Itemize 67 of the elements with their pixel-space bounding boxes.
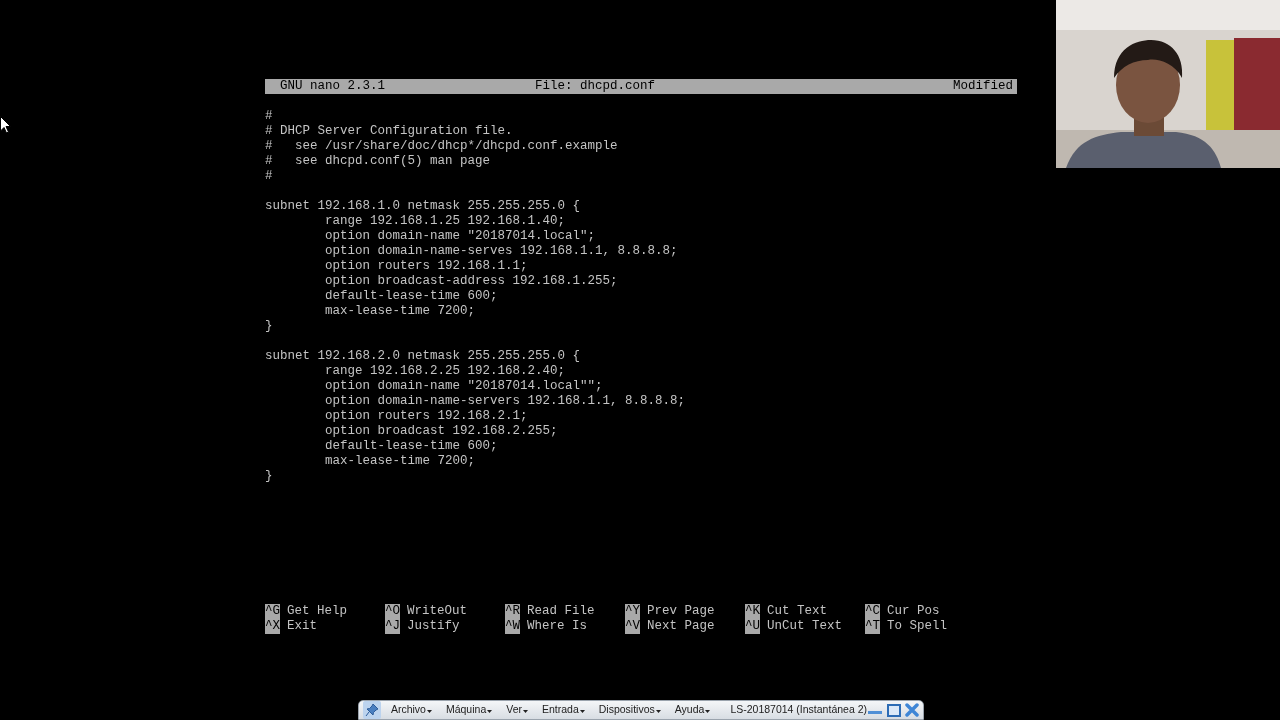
code-line: default-lease-time 600;: [324, 289, 498, 304]
menu-item[interactable]: Ver: [506, 702, 528, 718]
shortcut-label: Exit: [287, 619, 318, 634]
shortcut-key: ^Y: [625, 604, 640, 619]
code-line: max-lease-time 7200;: [324, 304, 476, 319]
code-line: option routers 192.168.2.1;: [324, 409, 528, 424]
modified-status: Modified: [953, 79, 1013, 94]
code-line: }: [265, 469, 273, 484]
caret-icon: [655, 710, 661, 714]
code-line: subnet 192.168.2.0 netmask 255.255.255.0 {: [265, 349, 581, 364]
code-line: }: [265, 319, 273, 334]
pin-icon: [364, 703, 379, 717]
shortcut-key: ^W: [505, 619, 520, 634]
code-line: option domain-name "20187014.local"";: [324, 379, 603, 394]
shortcut-key: ^R: [505, 604, 520, 619]
caret-icon: [705, 710, 711, 714]
pin-button[interactable]: [363, 701, 381, 719]
code-line: # see /usr/share/doc/dhcp*/dhcpd.conf.example: [265, 139, 618, 154]
shortcut-label: Cut Text: [767, 604, 828, 619]
shortcut-label: Cur Pos: [887, 604, 940, 619]
code-line: # DHCP Server Configuration file.: [265, 124, 513, 139]
code-line: option routers 192.168.1.1;: [324, 259, 528, 274]
code-line: option broadcast 192.168.2.255;: [324, 424, 558, 439]
code-line: # see dhcpd.conf(5) man page: [265, 154, 491, 169]
caret-icon: [426, 710, 432, 714]
code-line: range 192.168.1.25 192.168.1.40;: [324, 214, 566, 229]
code-line: max-lease-time 7200;: [324, 454, 476, 469]
menu-item[interactable]: Entrada: [542, 702, 585, 718]
restore-icon[interactable]: [887, 703, 901, 717]
code-line: #: [265, 169, 273, 184]
caret-icon: [487, 710, 493, 714]
code-line: option broadcast-address 192.168.1.255;: [324, 274, 618, 289]
menu-item[interactable]: Máquina: [445, 702, 493, 718]
code-line: option domain-name "20187014.local";: [324, 229, 596, 244]
code-line: subnet 192.168.1.0 netmask 255.255.255.0 {: [265, 199, 581, 214]
shortcut-label: Justify: [407, 619, 460, 634]
shortcut-key: ^T: [865, 619, 880, 634]
code-line: default-lease-time 600;: [324, 439, 498, 454]
menu-item[interactable]: Dispositivos: [598, 702, 661, 718]
file-name: File: dhcpd.conf: [535, 79, 656, 94]
code-line: #: [265, 109, 273, 124]
code-line: option domain-name-servers 192.168.1.1, 8.8.8.8;: [324, 394, 686, 409]
close-icon[interactable]: [905, 703, 919, 717]
shortcut-label: UnCut Text: [767, 619, 843, 634]
shortcut-label: Where Is: [527, 619, 588, 634]
shortcut-key: ^C: [865, 604, 880, 619]
editor-version: GNU nano 2.3.1: [280, 79, 386, 94]
shortcut-key: ^V: [625, 619, 640, 634]
shortcut-key: ^K: [745, 604, 760, 619]
shortcut-label: WriteOut: [407, 604, 468, 619]
shortcut-label: To Spell: [887, 619, 948, 634]
shortcut-key: ^X: [265, 619, 280, 634]
menu-item[interactable]: Ayuda: [674, 702, 711, 718]
caret-icon: [579, 710, 585, 714]
shortcut-label: Prev Page: [647, 604, 715, 619]
shortcut-label: Read File: [527, 604, 595, 619]
shortcut-key: ^G: [265, 604, 280, 619]
shortcut-label: Next Page: [647, 619, 715, 634]
code-line: option domain-name-serves 192.168.1.1, 8.8.8.8;: [324, 244, 678, 259]
shortcut-key: ^U: [745, 619, 760, 634]
menu-item[interactable]: Archivo: [390, 702, 432, 718]
shortcut-key: ^J: [385, 619, 400, 634]
caret-icon: [523, 710, 528, 714]
vm-title: LS-20187014 (Instantánea 2): [730, 702, 867, 718]
shortcut-label: Get Help: [287, 604, 348, 619]
shortcut-key: ^O: [385, 604, 400, 619]
code-line: range 192.168.2.25 192.168.2.40;: [324, 364, 566, 379]
